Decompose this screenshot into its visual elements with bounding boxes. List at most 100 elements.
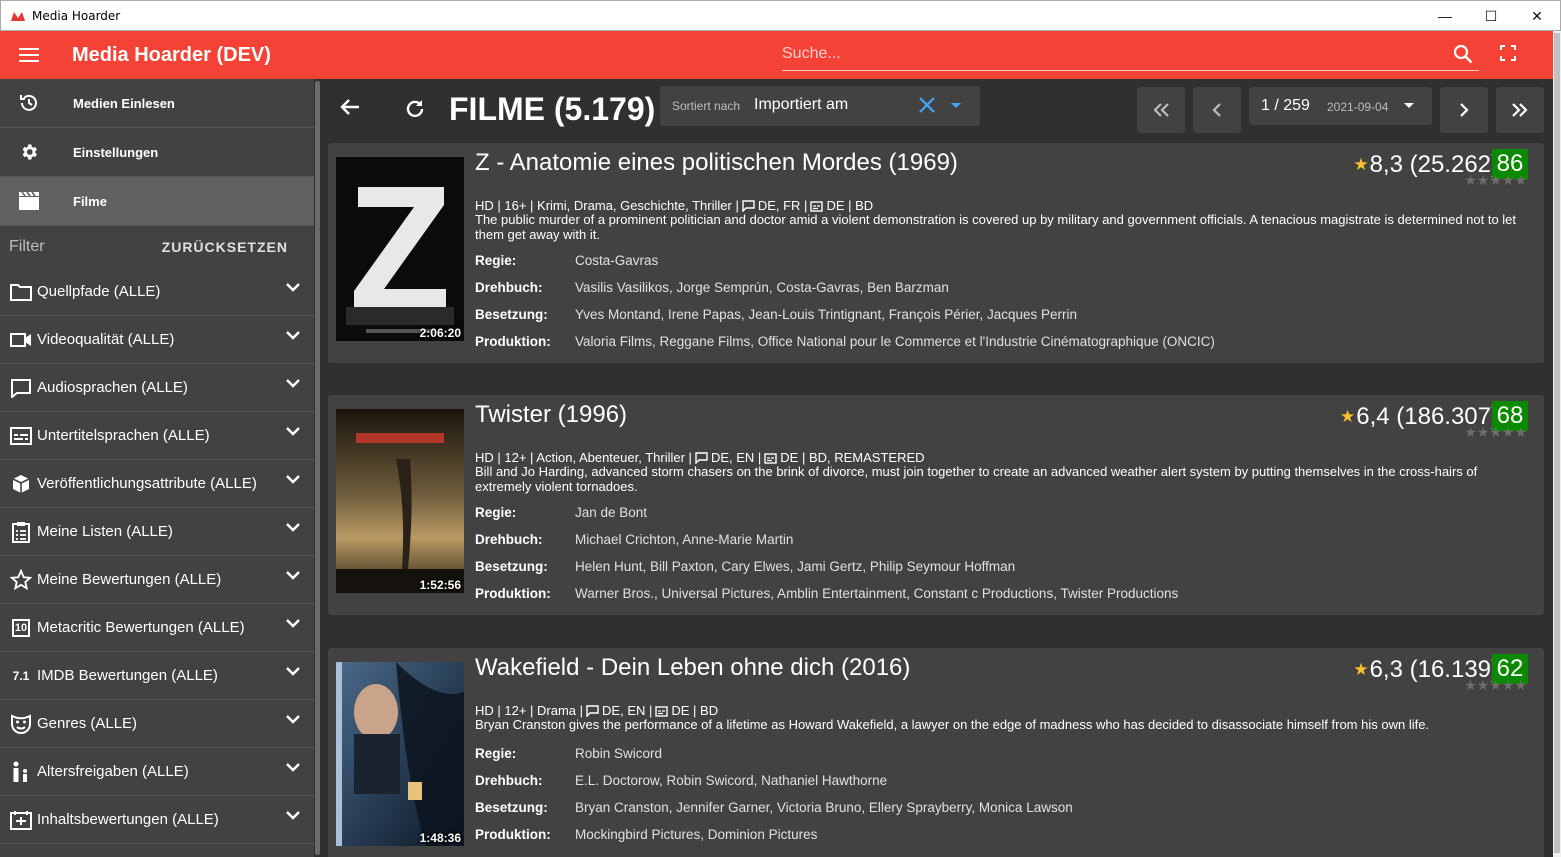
window-scrollbar[interactable] bbox=[1553, 31, 1561, 857]
production-row: Produktion: Valoria Films, Reggane Films,… bbox=[475, 334, 1215, 349]
movie-card[interactable]: 2:06:20 Z - Anatomie eines politischen M… bbox=[328, 143, 1544, 363]
filter-label: Filter bbox=[9, 238, 45, 255]
clear-icon[interactable] bbox=[918, 96, 936, 114]
cast-value[interactable]: Helen Hunt, Bill Paxton, Cary Elwes, Jam… bbox=[575, 559, 1015, 574]
writer-value[interactable]: Michael Crichton, Anne-Marie Martin bbox=[575, 532, 793, 547]
cast-row: Besetzung: Bryan Cranston, Jennifer Garne… bbox=[475, 800, 1073, 815]
star-icon: ★ bbox=[1353, 155, 1369, 174]
nav-filme[interactable]: Filme bbox=[0, 177, 314, 226]
chevron-down-icon bbox=[286, 667, 300, 676]
movie-poster[interactable]: 1:52:56 bbox=[336, 409, 464, 593]
filter-metacritic[interactable]: 10 Metacritic Bewertungen (ALLE) bbox=[0, 604, 314, 652]
filter-videoqualitaet[interactable]: Videoqualität (ALLE) bbox=[0, 316, 314, 364]
filter-header: Filter ZURÜCKSETZEN bbox=[0, 226, 314, 268]
fullscreen-icon[interactable] bbox=[1500, 45, 1516, 61]
subtitles-icon bbox=[810, 200, 824, 212]
first-page-button[interactable] bbox=[1137, 87, 1185, 133]
director-row: Regie: Robin Swicord bbox=[475, 746, 663, 761]
my-rating-stars[interactable]: ★★★★★ bbox=[1464, 677, 1527, 694]
movie-card[interactable]: 1:48:36 Wakefield - Dein Leben ohne dich… bbox=[328, 648, 1544, 857]
movie-list: 2:06:20 Z - Anatomie eines politischen M… bbox=[328, 143, 1544, 857]
subtitles-icon bbox=[764, 452, 777, 464]
metacritic-10-icon: 10 bbox=[11, 618, 31, 637]
app-logo-icon bbox=[11, 11, 25, 21]
page-select[interactable]: 1 / 259 2021-09-04 bbox=[1249, 87, 1432, 125]
chevron-right-icon bbox=[1460, 103, 1469, 117]
writer-value[interactable]: Vasilis Vasilikos, Jorge Semprún, Costa-… bbox=[575, 280, 949, 295]
writer-value[interactable]: E.L. Doctorow, Robin Swicord, Nathaniel … bbox=[575, 773, 887, 788]
double-chevron-right-icon bbox=[1512, 103, 1528, 117]
production-value[interactable]: Mockingbird Pictures, Dominion Pictures bbox=[575, 827, 817, 842]
my-rating-stars[interactable]: ★★★★★ bbox=[1464, 424, 1527, 441]
poster-image-z bbox=[336, 157, 464, 341]
poster-image-twister bbox=[336, 409, 464, 593]
last-page-button[interactable] bbox=[1496, 87, 1544, 133]
back-arrow-icon[interactable] bbox=[340, 98, 360, 116]
production-row: Produktion: Warner Bros., Universal Pictu… bbox=[475, 586, 1179, 601]
speech-bubble-icon bbox=[695, 452, 708, 464]
double-chevron-left-icon bbox=[1153, 103, 1169, 117]
movie-poster[interactable]: 1:48:36 bbox=[336, 662, 464, 846]
filter-inhaltsbewertungen[interactable]: Inhaltsbewertungen (ALLE) bbox=[0, 796, 314, 844]
sidebar: Medien Einlesen Einstellungen Filme Filt… bbox=[0, 79, 314, 857]
filter-label: Untertitelsprachen (ALLE) bbox=[37, 427, 210, 444]
filter-meine-listen[interactable]: Meine Listen (ALLE) bbox=[0, 508, 314, 556]
nav-einstellungen[interactable]: Einstellungen bbox=[0, 128, 314, 177]
chevron-down-icon bbox=[286, 571, 300, 580]
nav-medien-einlesen[interactable]: Medien Einlesen bbox=[0, 79, 314, 128]
close-window-button[interactable]: ✕ bbox=[1514, 1, 1560, 31]
writer-row: Drehbuch: Vasilis Vasilikos, Jorge Semprú… bbox=[475, 280, 949, 295]
director-value[interactable]: Jan de Bont bbox=[575, 505, 647, 520]
cube-icon bbox=[12, 474, 30, 493]
nav-label: Filme bbox=[73, 193, 107, 209]
window-titlebar: Media Hoarder — ☐ ✕ bbox=[0, 0, 1561, 31]
search-input[interactable] bbox=[782, 39, 1422, 69]
video-camera-icon bbox=[10, 332, 31, 347]
chevron-down-icon bbox=[286, 331, 300, 340]
movie-description: Bryan Cranston gives the performance of … bbox=[475, 717, 1430, 732]
filter-genres[interactable]: Genres (ALLE) bbox=[0, 700, 314, 748]
production-value[interactable]: Valoria Films, Reggane Films, Office Nat… bbox=[575, 334, 1215, 349]
filter-untertitelsprachen[interactable]: Untertitelsprachen (ALLE) bbox=[0, 412, 314, 460]
my-rating-stars[interactable]: ★★★★★ bbox=[1464, 172, 1527, 189]
list-toolbar: FILME (5.179) Sortiert nach Importiert a… bbox=[322, 79, 1553, 143]
minimize-button[interactable]: — bbox=[1422, 1, 1468, 31]
search-icon[interactable] bbox=[1453, 44, 1473, 64]
search-field[interactable] bbox=[782, 39, 1479, 71]
chevron-down-icon bbox=[286, 523, 300, 532]
chevron-down-icon bbox=[286, 379, 300, 388]
production-value[interactable]: Warner Bros., Universal Pictures, Amblin… bbox=[575, 586, 1178, 601]
maximize-button[interactable]: ☐ bbox=[1468, 1, 1514, 31]
filter-quellpfade[interactable]: Quellpfade (ALLE) bbox=[0, 268, 314, 316]
sidebar-scrollbar[interactable] bbox=[314, 79, 322, 857]
filter-veroeffentlichungsattribute[interactable]: Veröffentlichungsattribute (ALLE) bbox=[0, 460, 314, 508]
page-title: FILME (5.179) bbox=[449, 91, 656, 127]
director-value[interactable]: Costa-Gavras bbox=[575, 253, 658, 268]
movie-description: The public murder of a prominent politic… bbox=[475, 212, 1517, 242]
movie-poster[interactable]: 2:06:20 bbox=[336, 157, 464, 341]
filter-altersfreigaben[interactable]: Altersfreigaben (ALLE) bbox=[0, 748, 314, 796]
page-date: 2021-09-04 bbox=[1327, 100, 1389, 114]
movie-title: Twister (1996) bbox=[475, 401, 628, 428]
subtitles-icon bbox=[10, 426, 32, 445]
dropdown-arrow-icon[interactable] bbox=[950, 102, 962, 109]
previous-page-button[interactable] bbox=[1193, 87, 1241, 133]
speech-bubble-icon bbox=[742, 200, 755, 212]
menu-button[interactable] bbox=[0, 31, 58, 79]
filter-label: Inhaltsbewertungen (ALLE) bbox=[37, 811, 219, 828]
director-value[interactable]: Robin Swicord bbox=[575, 746, 662, 761]
chevron-down-icon bbox=[286, 715, 300, 724]
next-page-button[interactable] bbox=[1440, 87, 1488, 133]
cast-value[interactable]: Bryan Cranston, Jennifer Garner, Victori… bbox=[575, 800, 1073, 815]
cast-value[interactable]: Yves Montand, Irene Papas, Jean-Louis Tr… bbox=[575, 307, 1077, 322]
refresh-icon[interactable] bbox=[404, 98, 426, 120]
speech-bubble-icon bbox=[11, 378, 31, 398]
filter-audiosprachen[interactable]: Audiosprachen (ALLE) bbox=[0, 364, 314, 412]
reset-filters-button[interactable]: ZURÜCKSETZEN bbox=[162, 239, 288, 255]
filter-meine-bewertungen[interactable]: Meine Bewertungen (ALLE) bbox=[0, 556, 314, 604]
sort-select[interactable]: Sortiert nach Importiert am bbox=[660, 86, 980, 126]
movie-title: Wakefield - Dein Leben ohne dich (2016) bbox=[475, 654, 911, 681]
movie-card[interactable]: 1:52:56 Twister (1996) ★ 6,4 (186.307) 68… bbox=[328, 395, 1544, 615]
filter-label: Metacritic Bewertungen (ALLE) bbox=[37, 619, 245, 636]
filter-imdb[interactable]: 7.1 IMDB Bewertungen (ALLE) bbox=[0, 652, 314, 700]
